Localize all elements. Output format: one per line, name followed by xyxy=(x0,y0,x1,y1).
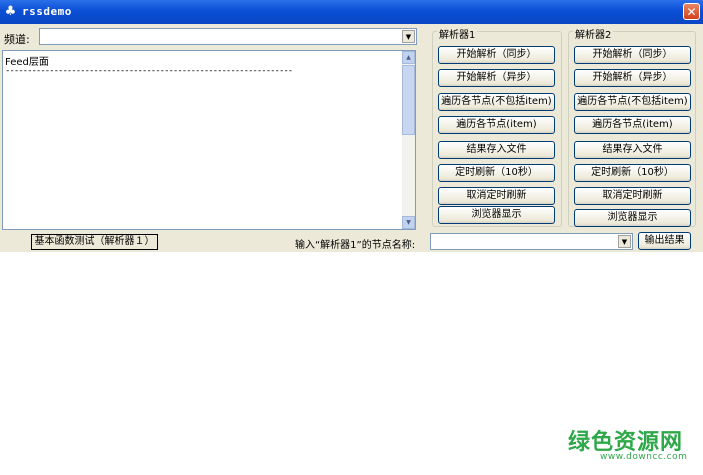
title-bar: ♣ rssdemo ✕ xyxy=(0,0,703,24)
parser2-group-title: 解析器2 xyxy=(573,26,614,41)
main-window-client: 频道: ▼ Feed层面 ---------------------------… xyxy=(0,24,703,252)
parser1-save-file-button[interactable]: 结果存入文件 xyxy=(438,141,555,159)
scroll-thumb[interactable] xyxy=(402,65,415,135)
scroll-up-arrow-icon[interactable]: ▲ xyxy=(402,51,415,64)
watermark-url: www.downcc.com xyxy=(600,452,688,462)
chevron-down-icon[interactable]: ▼ xyxy=(402,30,415,43)
rss-app-icon: ♣ xyxy=(4,4,17,19)
parser2-browser-display-button[interactable]: 浏览器显示 xyxy=(574,209,691,227)
output-textarea[interactable]: Feed层面 ---------------------------------… xyxy=(2,50,416,230)
parser1-sync-parse-button[interactable]: 开始解析（同步） xyxy=(438,46,555,64)
parser2-async-parse-button[interactable]: 开始解析（异步） xyxy=(574,69,691,87)
parser1-group-title: 解析器1 xyxy=(437,26,478,41)
output-separator-line: ----------------------------------------… xyxy=(5,66,293,76)
chevron-down-icon[interactable]: ▼ xyxy=(618,235,631,248)
output-result-button[interactable]: 输出结果 xyxy=(638,232,691,250)
parser2-cancel-refresh-button[interactable]: 取消定时刷新 xyxy=(574,187,691,205)
channel-label: 频道: xyxy=(4,33,30,46)
parser1-cancel-refresh-button[interactable]: 取消定时刷新 xyxy=(438,187,555,205)
parser1-async-parse-button[interactable]: 开始解析（异步） xyxy=(438,69,555,87)
vertical-scrollbar[interactable]: ▲ ▼ xyxy=(402,51,415,229)
parser1-traverse-items-button[interactable]: 遍历各节点(item) xyxy=(438,116,555,134)
close-button[interactable]: ✕ xyxy=(683,3,700,20)
parser1-traverse-nodes-button[interactable]: 遍历各节点(不包括item) xyxy=(438,93,555,111)
node-name-combobox[interactable]: ▼ xyxy=(430,233,633,250)
node-name-label: 输入“解析器1”的节点名称: xyxy=(295,240,416,251)
parser2-sync-parse-button[interactable]: 开始解析（同步） xyxy=(574,46,691,64)
scroll-down-arrow-icon[interactable]: ▼ xyxy=(402,216,415,229)
window-title: rssdemo xyxy=(22,5,72,18)
parser2-save-file-button[interactable]: 结果存入文件 xyxy=(574,141,691,159)
basic-function-test-button[interactable]: 基本函数测试（解析器１） xyxy=(31,234,158,250)
parser1-group: 解析器1 开始解析（同步） 开始解析（异步） 遍历各节点(不包括item) 遍历… xyxy=(432,26,562,227)
parser2-traverse-items-button[interactable]: 遍历各节点(item) xyxy=(574,116,691,134)
parser1-browser-display-button[interactable]: 浏览器显示 xyxy=(438,206,555,224)
channel-combobox[interactable]: ▼ xyxy=(39,28,417,45)
parser2-group: 解析器2 开始解析（同步） 开始解析（异步） 遍历各节点(不包括item) 遍历… xyxy=(568,26,696,227)
parser1-timed-refresh-button[interactable]: 定时刷新（10秒） xyxy=(438,164,555,182)
parser2-timed-refresh-button[interactable]: 定时刷新（10秒） xyxy=(574,164,691,182)
parser2-traverse-nodes-button[interactable]: 遍历各节点(不包括item) xyxy=(574,93,691,111)
